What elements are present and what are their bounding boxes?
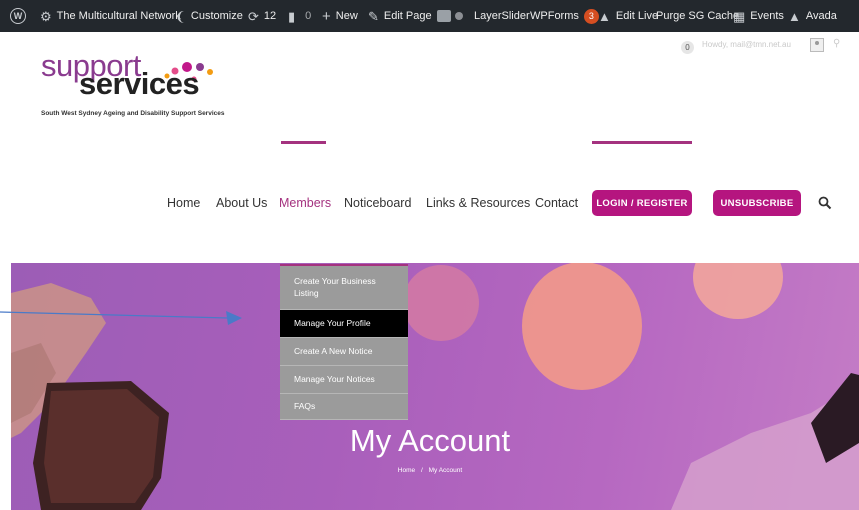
site-name-label: The Multicultural Network <box>56 10 181 22</box>
search-icon[interactable] <box>818 196 832 210</box>
nav-members[interactable]: Members <box>279 196 331 210</box>
wpforms-label: WPForms <box>530 10 579 22</box>
edit-page-label: Edit Page <box>383 10 432 22</box>
wp-admin-bar: W ⚙ The Multicultural Network ❨ Customiz… <box>0 0 859 32</box>
breadcrumb-current: My Account <box>428 467 463 474</box>
nav-noticeboard[interactable]: Noticeboard <box>344 196 411 210</box>
breadcrumb: Home / My Account <box>11 467 849 474</box>
admin-bar-layerslider[interactable]: LayerSlider <box>474 0 530 32</box>
admin-bar-yoast[interactable] <box>437 0 472 32</box>
site-logo[interactable]: support services South West Sydney Agein… <box>41 50 291 125</box>
nav-about-us[interactable]: About Us <box>216 196 267 210</box>
logo-tagline: South West Sydney Ageing and Disability … <box>41 110 225 117</box>
comments-count: 0 <box>305 10 312 22</box>
edit-live-label: Edit Live <box>615 10 659 22</box>
login-register-button[interactable]: LOGIN / REGISTER <box>592 190 692 216</box>
admin-bar-edit-page[interactable]: ✎ Edit Page <box>368 0 432 32</box>
nav-links-resources[interactable]: Links & Resources <box>426 196 530 210</box>
page-title: My Account <box>349 423 511 458</box>
layerslider-label: LayerSlider <box>474 10 530 22</box>
calendar-icon: ▦ <box>733 8 746 24</box>
logo-word-services: services <box>79 66 200 101</box>
customize-label: Customize <box>190 10 243 22</box>
avada-icon: ▲ <box>598 8 611 24</box>
admin-bar-new[interactable]: + New <box>322 0 358 32</box>
menu-item-create-business-listing[interactable]: Create Your Business Listing <box>280 266 408 310</box>
events-label: Events <box>750 10 784 22</box>
avatar[interactable] <box>810 38 824 52</box>
unsubscribe-button[interactable]: UNSUBSCRIBE <box>713 190 801 216</box>
yoast-icon <box>437 10 451 22</box>
updates-count: 12 <box>263 10 277 22</box>
comment-icon: ▮ <box>288 8 296 24</box>
breadcrumb-separator: / <box>420 467 423 474</box>
menu-item-create-new-notice[interactable]: Create A New Notice <box>280 338 408 366</box>
nav-home[interactable]: Home <box>167 196 200 210</box>
admin-bar-site-name[interactable]: ⚙ The Multicultural Network <box>40 0 181 32</box>
breadcrumb-home-link[interactable]: Home <box>398 467 415 474</box>
members-active-indicator <box>281 141 326 144</box>
admin-bar-edit-live[interactable]: ▲ Edit Live <box>598 0 658 32</box>
admin-bar-events[interactable]: ▦ Events <box>733 0 784 32</box>
wordpress-logo-icon[interactable]: W <box>10 0 26 32</box>
button-accent-line <box>592 141 692 144</box>
page-title-banner: My Account Home / My Account <box>11 263 859 510</box>
paintbrush-icon: ❨ <box>175 8 186 24</box>
menu-item-faqs[interactable]: FAQs <box>280 394 408 420</box>
nav-contact[interactable]: Contact <box>535 196 578 210</box>
howdy-text[interactable]: Howdy, mail@tmn.net.au <box>702 40 791 49</box>
search-icon[interactable]: ⚲ <box>833 38 840 49</box>
admin-bar-avada[interactable]: ▲ Avada <box>788 0 837 32</box>
admin-bar-customize[interactable]: ❨ Customize <box>175 0 243 32</box>
avada-label: Avada <box>805 10 837 22</box>
avada-icon: ▲ <box>788 8 801 24</box>
menu-item-manage-profile[interactable]: Manage Your Profile <box>280 310 408 338</box>
admin-bar-updates[interactable]: ⟳ 12 <box>248 0 276 32</box>
admin-bar-wpforms[interactable]: WPForms 3 <box>530 0 599 32</box>
seo-status-dot <box>455 12 463 20</box>
plus-icon: + <box>322 7 331 25</box>
new-label: New <box>335 10 358 22</box>
dashboard-icon: ⚙ <box>40 8 52 24</box>
menu-item-manage-notices[interactable]: Manage Your Notices <box>280 366 408 394</box>
wpforms-badge: 3 <box>583 8 599 24</box>
refresh-icon: ⟳ <box>248 8 259 24</box>
pencil-icon: ✎ <box>368 8 379 24</box>
admin-bar-purge-cache[interactable]: Purge SG Cache <box>656 0 739 32</box>
admin-bar-comments[interactable]: ▮ 0 <box>288 0 311 32</box>
purge-cache-label: Purge SG Cache <box>656 10 740 22</box>
notification-count[interactable]: 0 <box>681 41 694 54</box>
